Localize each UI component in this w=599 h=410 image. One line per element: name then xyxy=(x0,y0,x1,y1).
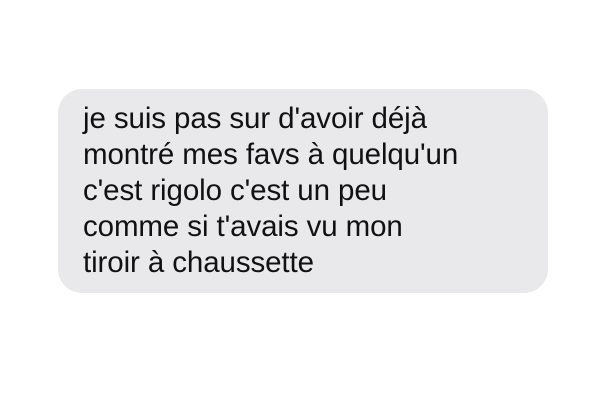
message-line: montré mes favs à quelqu'un xyxy=(83,138,459,171)
message-line: comme si t'avais vu mon xyxy=(83,210,403,243)
message-line: c'est rigolo c'est un peu xyxy=(83,174,387,207)
message-line: je suis pas sur d'avoir déjà xyxy=(83,102,427,135)
message-line: tiroir à chaussette xyxy=(83,246,314,279)
conversation-view: je suis pas sur d'avoir déjà montré mes … xyxy=(0,0,599,410)
received-message-bubble[interactable]: je suis pas sur d'avoir déjà montré mes … xyxy=(58,89,548,293)
